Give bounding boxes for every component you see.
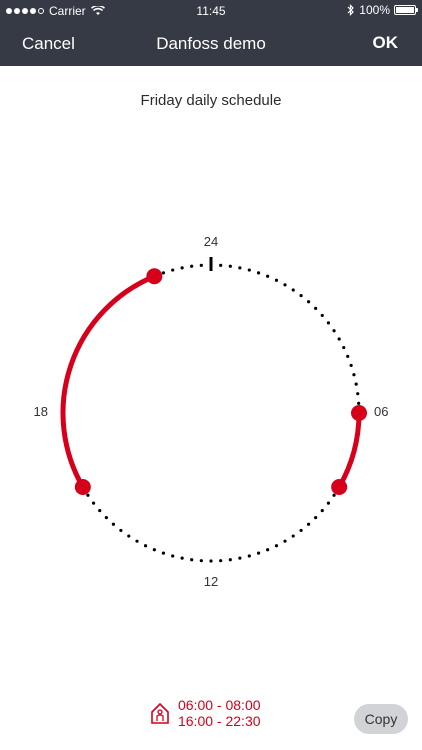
clock-ring-dot xyxy=(291,534,295,538)
clock-ring-dot xyxy=(346,354,350,358)
clock-ring-dot xyxy=(299,528,303,533)
clock-ring-dot xyxy=(238,556,242,560)
clock-ring-dot xyxy=(306,522,311,526)
period-2-time: 16:00 - 22:30 xyxy=(178,713,261,729)
clock-ring-dot xyxy=(314,306,318,310)
clock-ring-dot xyxy=(98,508,102,513)
clock-ring-dot xyxy=(247,268,251,272)
hour-label-24: 24 xyxy=(204,234,218,249)
period-start-handle-16[interactable] xyxy=(74,479,91,495)
clock-ring-dot xyxy=(356,392,360,396)
clock-ring-dot xyxy=(135,539,139,543)
period-end-handle-08[interactable] xyxy=(331,479,348,495)
clock-ring-dot xyxy=(352,373,356,377)
clock-ring-dot xyxy=(256,551,261,555)
period-end-handle-2230[interactable] xyxy=(146,268,163,285)
clock-ring-dot xyxy=(209,559,213,563)
clock-ring-dot xyxy=(199,559,203,563)
clock-ring-dot xyxy=(180,556,184,560)
clock-ring-dot xyxy=(349,363,353,368)
clock-ring-dot xyxy=(171,554,175,558)
hour-label-06: 06 xyxy=(374,404,388,419)
clock-ring-dot xyxy=(228,264,232,268)
clock-ring-dot xyxy=(354,382,358,386)
clock-ring-dot xyxy=(274,278,279,282)
clock-ring-dot xyxy=(291,288,295,292)
clock-ring-dot xyxy=(326,321,331,325)
hour-label-18: 18 xyxy=(34,404,48,419)
clock-ring-dot xyxy=(86,493,90,497)
clock-ring-dot xyxy=(306,300,311,304)
schedule-summary: 06:00 - 08:00 16:00 - 22:30 xyxy=(150,697,261,729)
schedule-clock[interactable]: 24 06 12 18 xyxy=(0,0,422,750)
period-start-handle-06[interactable] xyxy=(351,405,367,421)
clock-ring-dot xyxy=(256,271,261,275)
clock-ring-dot xyxy=(91,501,96,505)
clock-ring-dot xyxy=(320,313,324,318)
clock-ring-dot xyxy=(332,493,336,497)
clock-ring-dot xyxy=(152,548,156,552)
heating-period-arc-evening[interactable] xyxy=(60,273,157,490)
clock-ring-dot xyxy=(199,263,203,267)
clock-ring-dot xyxy=(299,293,303,298)
clock-ring-dot xyxy=(283,539,287,543)
clock-ring-dot xyxy=(314,516,318,520)
period-list: 06:00 - 08:00 16:00 - 22:30 xyxy=(178,697,261,729)
clock-ring-dot xyxy=(320,508,324,513)
clock-ring-dot xyxy=(111,522,116,526)
hour-label-12: 12 xyxy=(204,574,218,589)
clock-ring-dot xyxy=(326,501,331,505)
clock-ring-dot xyxy=(247,554,251,558)
clock-ring-dot xyxy=(161,271,166,275)
clock-ring-dot xyxy=(143,544,148,548)
clock-ring-dot xyxy=(190,264,194,268)
clock-ring-dot xyxy=(283,283,287,287)
clock-ring-dot xyxy=(104,516,108,520)
clock-ring-dot xyxy=(190,558,194,562)
clock-ring-dot xyxy=(332,329,336,333)
home-person-icon xyxy=(151,702,169,724)
clock-ring-dot xyxy=(119,528,123,533)
clock-ring-dot xyxy=(238,266,242,270)
clock-ring-dot xyxy=(337,337,341,341)
app-screen: Carrier 11:45 100% Cancel Danfoss demo O… xyxy=(0,0,422,750)
clock-ring-dot xyxy=(219,263,223,267)
clock-ring-dot xyxy=(342,345,346,350)
clock-ring-dot xyxy=(219,559,223,563)
clock-ring-dot xyxy=(171,268,175,272)
heating-period-arc-morning[interactable] xyxy=(336,410,362,490)
clock-ring-dot xyxy=(357,401,361,405)
clock-ring-dot xyxy=(266,274,270,278)
period-1-time: 06:00 - 08:00 xyxy=(178,697,261,713)
clock-ring-dot xyxy=(161,551,166,555)
clock-ring-dot xyxy=(180,266,184,270)
clock-ring-dot xyxy=(274,544,279,548)
copy-button[interactable]: Copy xyxy=(354,704,408,734)
clock-ring-dot xyxy=(266,548,270,552)
clock-ring-dot xyxy=(127,534,131,538)
clock-ring-dot xyxy=(228,558,232,562)
